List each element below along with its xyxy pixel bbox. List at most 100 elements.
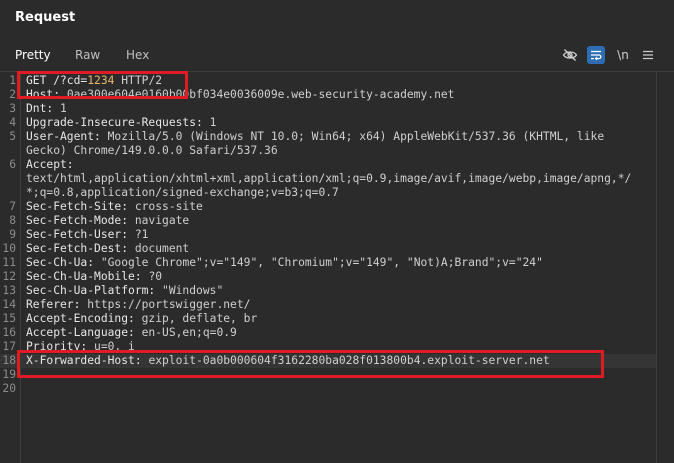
- tab-pretty[interactable]: Pretty: [15, 48, 51, 62]
- line-content: User-Agent: Mozilla/5.0 (Windows NT 10.0…: [26, 130, 604, 144]
- header-name: Upgrade-Insecure-Requests:: [26, 116, 210, 129]
- editor-line[interactable]: 15 Accept-Encoding: gzip, deflate, br: [0, 312, 656, 326]
- header-name: Accept-Encoding:: [26, 312, 142, 325]
- editor-line[interactable]: 20: [0, 382, 656, 396]
- query-param-value: 1234: [87, 74, 115, 87]
- header-value: ?1: [134, 228, 149, 241]
- header-name: Sec-Fetch-Dest:: [26, 242, 135, 255]
- line-content: Referer: https://portswigger.net/: [26, 298, 250, 312]
- line-content: Accept-Encoding: gzip, deflate, br: [26, 312, 257, 326]
- header-value: "Windows": [162, 284, 224, 297]
- editor-line[interactable]: 10 Sec-Fetch-Dest: document: [0, 242, 656, 256]
- header-value: *;q=0.8,application/signed-exchange;v=b3…: [26, 186, 339, 199]
- header-value: navigate: [134, 214, 190, 227]
- editor-line[interactable]: 14 Referer: https://portswigger.net/: [0, 298, 656, 312]
- header-value: HTTP/2: [114, 74, 163, 87]
- header-value: Gecko) Chrome/149.0.0.0 Safari/537.36: [26, 144, 278, 157]
- line-number: 13: [2, 284, 16, 297]
- editor-line[interactable]: 17 Priority: u=0, i: [0, 340, 656, 354]
- editor-line[interactable]: 13 Sec-Ch-Ua-Platform: "Windows": [0, 284, 656, 298]
- line-number: 5: [9, 130, 16, 143]
- line-content: Host: 0ae300e604e0160b00bf034e0036009e.w…: [26, 88, 455, 102]
- editor-line[interactable]: 8 Sec-Fetch-Mode: navigate: [0, 214, 656, 228]
- header-value: en-US,en;q=0.9: [141, 326, 237, 339]
- line-content: Sec-Fetch-Site: cross-site: [26, 200, 203, 214]
- header-value: document: [134, 242, 190, 255]
- header-name: Sec-Fetch-User:: [26, 228, 135, 241]
- line-content: Accept:: [26, 158, 74, 172]
- line-content: Sec-Fetch-User: ?1: [26, 228, 148, 242]
- header-name: Sec-Ch-Ua-Platform:: [26, 284, 163, 297]
- editor-line[interactable]: 6 Accept:: [0, 158, 656, 172]
- request-editor[interactable]: 1 GET /?cd=1234 HTTP/2 2 Host: 0ae300e604e0…: [0, 72, 656, 463]
- header-name: Sec-Fetch-Mode:: [26, 214, 135, 227]
- line-number: 17: [2, 340, 16, 353]
- line-number: 20: [2, 382, 16, 395]
- header-name: Host:: [26, 88, 67, 101]
- panel-title: Request: [15, 10, 76, 25]
- header-name: X-Forwarded-Host:: [26, 354, 149, 367]
- panel-header: Request: [0, 0, 674, 36]
- header-name: User-Agent:: [26, 130, 108, 143]
- line-number: 7: [9, 200, 16, 213]
- header-name: Priority:: [26, 340, 95, 353]
- line-content: Accept-Language: en-US,en;q=0.9: [26, 326, 237, 340]
- line-number: 10: [2, 242, 16, 255]
- line-content: *;q=0.8,application/signed-exchange;v=b3…: [26, 186, 339, 200]
- line-number: 4: [9, 116, 16, 129]
- line-number: 11: [2, 256, 16, 269]
- line-content: Sec-Ch-Ua: "Google Chrome";v="149", "Chr…: [26, 256, 543, 270]
- header-value: gzip, deflate, br: [141, 312, 258, 325]
- line-content: Sec-Fetch-Mode: navigate: [26, 214, 189, 228]
- header-value: u=0, i: [94, 340, 135, 353]
- editor-line[interactable]: 19: [0, 368, 656, 382]
- editor-line[interactable]: 7 Sec-Fetch-Site: cross-site: [0, 200, 656, 214]
- view-tabs: Pretty Raw Hex \n: [0, 40, 674, 72]
- line-number: 3: [9, 102, 16, 115]
- editor-line[interactable]: 4 Upgrade-Insecure-Requests: 1: [0, 116, 656, 130]
- menu-icon[interactable]: [640, 46, 656, 64]
- header-name: Dnt:: [26, 102, 61, 115]
- word-wrap-icon[interactable]: [587, 46, 605, 64]
- editor-line[interactable]: 11 Sec-Ch-Ua: "Google Chrome";v="149", "C…: [0, 256, 656, 270]
- header-value: ?0: [148, 270, 163, 283]
- line-content: Gecko) Chrome/149.0.0.0 Safari/537.36: [26, 144, 278, 158]
- editor-line[interactable]: text/html,application/xhtml+xml,applicat…: [0, 172, 656, 186]
- editor-line[interactable]: 16 Accept-Language: en-US,en;q=0.9: [0, 326, 656, 340]
- editor-line[interactable]: 3 Dnt: 1: [0, 102, 656, 116]
- editor-line[interactable]: 5 User-Agent: Mozilla/5.0 (Windows NT 10.…: [0, 130, 656, 144]
- tab-hex[interactable]: Hex: [126, 48, 149, 62]
- editor-line[interactable]: 18 X-Forwarded-Host: exploit-0a0b000604f3…: [0, 354, 656, 368]
- line-number: 18: [2, 354, 16, 367]
- eye-slash-icon[interactable]: [561, 46, 579, 64]
- editor-line[interactable]: 9 Sec-Fetch-User: ?1: [0, 228, 656, 242]
- line-number: 1: [9, 74, 16, 87]
- line-number: 14: [2, 298, 16, 311]
- header-value: text/html,application/xhtml+xml,applicat…: [26, 172, 632, 185]
- vertical-scrollbar[interactable]: [656, 72, 674, 463]
- editor-line[interactable]: 1 GET /?cd=1234 HTTP/2: [0, 74, 656, 88]
- show-newlines-button[interactable]: \n: [614, 46, 632, 64]
- tab-raw[interactable]: Raw: [75, 48, 100, 62]
- header-value: Mozilla/5.0 (Windows NT 10.0; Win64; x64…: [107, 130, 605, 143]
- editor-line[interactable]: 2 Host: 0ae300e604e0160b00bf034e0036009e.…: [0, 88, 656, 102]
- line-number: 12: [2, 270, 16, 283]
- header-value: 1: [60, 102, 67, 115]
- line-number: 2: [9, 88, 16, 101]
- line-content: Sec-Fetch-Dest: document: [26, 242, 189, 256]
- editor-line[interactable]: Gecko) Chrome/149.0.0.0 Safari/537.36: [0, 144, 656, 158]
- line-number: 16: [2, 326, 16, 339]
- header-name: GET /?cd=: [26, 74, 88, 87]
- line-content: Dnt: 1: [26, 102, 67, 116]
- line-number: 9: [9, 228, 16, 241]
- line-number: 8: [9, 214, 16, 227]
- header-name: Accept-Language:: [26, 326, 142, 339]
- editor-line[interactable]: *;q=0.8,application/signed-exchange;v=b3…: [0, 186, 656, 200]
- header-value: 0ae300e604e0160b00bf034e0036009e.web-sec…: [66, 88, 455, 101]
- header-value: exploit-0a0b000604f3162280ba028f013800b4…: [148, 354, 550, 367]
- header-name: Sec-Ch-Ua-Mobile:: [26, 270, 149, 283]
- header-name: Sec-Fetch-Site:: [26, 200, 135, 213]
- editor-line[interactable]: 12 Sec-Ch-Ua-Mobile: ?0: [0, 270, 656, 284]
- line-content: X-Forwarded-Host: exploit-0a0b000604f316…: [26, 354, 550, 368]
- line-content: Priority: u=0, i: [26, 340, 135, 354]
